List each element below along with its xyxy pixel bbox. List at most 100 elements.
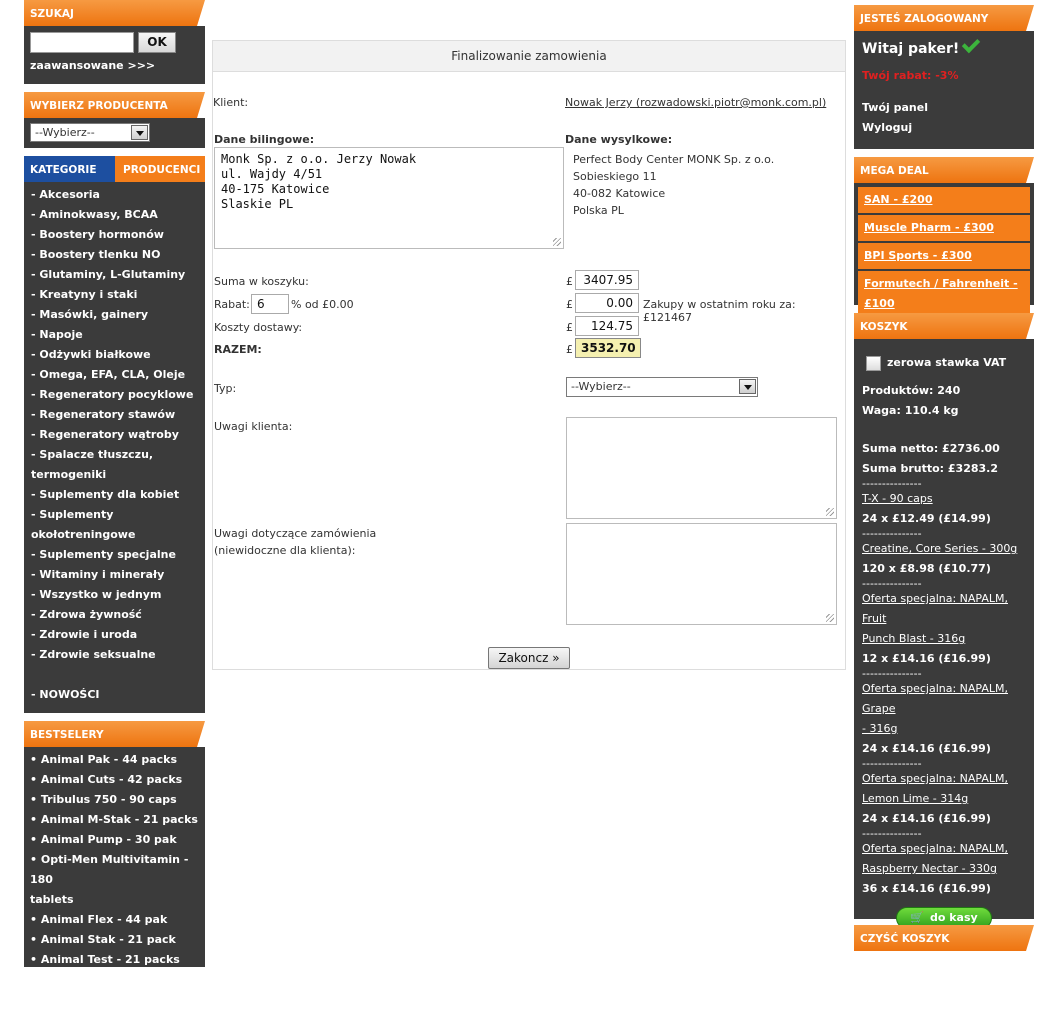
- welcome-text: Witaj paker!: [854, 31, 1034, 61]
- total-label: RAZEM:: [214, 343, 262, 356]
- order-notes-textarea[interactable]: [566, 523, 837, 625]
- category-item[interactable]: - Regeneratory pocyklowe: [31, 385, 205, 405]
- producer-select[interactable]: --Wybierz--: [30, 123, 150, 142]
- client-label: Klient:: [213, 96, 249, 109]
- bestseller-item[interactable]: • Opti-Men Multivitamin - 180: [30, 850, 205, 890]
- bestseller-item[interactable]: • Animal Flex - 44 pak: [30, 910, 205, 930]
- cart-item-link[interactable]: Punch Blast - 316g: [862, 629, 1026, 649]
- cart-item-link[interactable]: Oferta specjalna: NAPALM, Grape: [862, 679, 1026, 719]
- category-item[interactable]: - Odżywki białkowe: [31, 345, 205, 365]
- category-item[interactable]: - Wszystko w jednym: [31, 585, 205, 605]
- category-item[interactable]: - Zdrowie i uroda: [31, 625, 205, 645]
- search-ok-button[interactable]: OK: [138, 32, 176, 53]
- category-item[interactable]: termogeniki: [31, 465, 205, 485]
- billing-label: Dane bilingowe:: [214, 133, 315, 146]
- category-item[interactable]: - Witaminy i minerały: [31, 565, 205, 585]
- deal-link[interactable]: BPI Sports - £300: [858, 243, 1030, 271]
- bestseller-item[interactable]: • Animal Pump - 30 pak: [30, 830, 205, 850]
- cart-separator: ---------------: [862, 757, 922, 770]
- deal-link[interactable]: Muscle Pharm - £300: [858, 215, 1030, 243]
- category-item[interactable]: - Boostery hormonów: [31, 225, 205, 245]
- bestseller-item[interactable]: • Animal M-Stak - 21 packs: [30, 810, 205, 830]
- category-item[interactable]: - Napoje: [31, 325, 205, 345]
- cart-separator: ---------------: [862, 827, 922, 840]
- type-select[interactable]: --Wybierz--: [566, 377, 758, 397]
- logout-link[interactable]: Wyloguj: [862, 118, 1026, 138]
- cart-item-link[interactable]: Creatine, Core Series - 300g: [862, 539, 1026, 559]
- bestsellers-list: • Animal Pak - 44 packs • Animal Cuts - 4…: [24, 747, 205, 1006]
- client-link[interactable]: Nowak Jerzy (rozwadowski.piotr@monk.com.…: [565, 96, 826, 109]
- search-input[interactable]: [30, 32, 134, 53]
- net-sum: Suma netto: £2736.00: [862, 442, 1000, 455]
- delivery-value[interactable]: 124.75: [575, 316, 639, 336]
- category-item[interactable]: - Kreatyny i staki: [31, 285, 205, 305]
- category-item[interactable]: - Boostery tlenku NO: [31, 245, 205, 265]
- bestseller-item[interactable]: tablets: [30, 890, 205, 910]
- discount-value[interactable]: 0.00: [575, 293, 639, 313]
- category-item[interactable]: - Regeneratory wątroby: [31, 425, 205, 445]
- category-item[interactable]: okołotreningowe: [31, 525, 205, 545]
- bestseller-item[interactable]: • Animal Cuts - 42 packs: [30, 770, 205, 790]
- cart-item-link[interactable]: Lemon Lime - 314g: [862, 789, 1026, 809]
- bestseller-item[interactable]: • Tribulus 750 - 90 caps: [30, 790, 205, 810]
- category-item[interactable]: - Akcesoria: [31, 185, 205, 205]
- category-item[interactable]: - Zdrowa żywność: [31, 605, 205, 625]
- advanced-search-link[interactable]: zaawansowane >>>: [24, 53, 205, 82]
- producer-box: --Wybierz--: [24, 118, 205, 148]
- cart-sum-value[interactable]: 3407.95: [575, 270, 639, 290]
- discount-percent-input[interactable]: 6: [251, 294, 289, 314]
- bestseller-item[interactable]: • Vita-Min Multiple Sport - 60: [30, 970, 205, 1010]
- cart-item-link[interactable]: T-X - 90 caps: [862, 489, 1026, 509]
- finish-order-button[interactable]: Zakoncz »: [488, 647, 570, 669]
- category-item[interactable]: - Suplementy dla kobiet: [31, 485, 205, 505]
- tab-categories[interactable]: KATEGORIE: [24, 156, 115, 182]
- resize-grip-icon[interactable]: [826, 614, 834, 622]
- category-item[interactable]: - Suplementy: [31, 505, 205, 525]
- resize-grip-icon[interactable]: [826, 508, 834, 516]
- category-item[interactable]: - Glutaminy, L-Glutaminy: [31, 265, 205, 285]
- category-item[interactable]: - Masówki, gainery: [31, 305, 205, 325]
- cart-header: KOSZYK: [854, 313, 1034, 339]
- bestsellers-header: BESTSELERY: [24, 721, 205, 747]
- billing-textarea[interactable]: Monk Sp. z o.o. Jerzy Nowak ul. Wajdy 4/…: [214, 147, 564, 249]
- cart-item-qty: 24 x £14.16 (£16.99): [862, 812, 991, 825]
- client-notes-textarea[interactable]: [566, 417, 837, 519]
- category-item[interactable]: - Zdrowie seksualne: [31, 645, 205, 665]
- order-notes-label: Uwagi dotyczące zamówienia (niewidoczne d…: [214, 527, 377, 557]
- chevron-down-icon: [131, 125, 148, 140]
- search-box: OK zaawansowane >>>: [24, 26, 205, 84]
- account-box: Witaj paker! Twój rabat: -3% Twój panel …: [854, 31, 1034, 149]
- type-label: Typ:: [214, 382, 237, 395]
- bestseller-item[interactable]: • Animal Stak - 21 pack: [30, 930, 205, 950]
- cart-item-qty: 36 x £14.16 (£16.99): [862, 882, 991, 895]
- cart-item-link[interactable]: Oferta specjalna: NAPALM,: [862, 839, 1026, 859]
- cart-item-link[interactable]: Oferta specjalna: NAPALM,: [862, 769, 1026, 789]
- user-panel-link[interactable]: Twój panel: [862, 98, 1026, 118]
- zero-vat-checkbox[interactable]: [866, 355, 881, 371]
- category-item[interactable]: - Suplementy specjalne: [31, 545, 205, 565]
- category-item[interactable]: - Spalacze tłuszczu,: [31, 445, 205, 465]
- resize-grip-icon[interactable]: [553, 238, 561, 246]
- category-item[interactable]: - Regeneratory stawów: [31, 405, 205, 425]
- tab-producers[interactable]: PRODUCENCI: [115, 156, 205, 182]
- checkmark-icon: [962, 34, 981, 54]
- cart-item-qty: 24 x £12.49 (£14.99): [862, 512, 991, 525]
- delivery-label: Koszty dostawy:: [214, 321, 303, 334]
- producer-header: WYBIERZ PRODUCENTA: [24, 92, 205, 118]
- search-header: SZUKAJ: [24, 0, 205, 26]
- deal-link[interactable]: SAN - £200: [858, 187, 1030, 215]
- vat-option: zerowa stawka VAT: [862, 349, 1026, 381]
- clear-cart-button[interactable]: CZYŚĆ KOSZYK: [854, 925, 1034, 951]
- bestseller-item[interactable]: • Animal Pak - 44 packs: [30, 750, 205, 770]
- cart-item-qty: 120 x £8.98 (£10.77): [862, 562, 991, 575]
- cart-item-link[interactable]: Raspberry Nectar - 330g: [862, 859, 1026, 879]
- shipping-label: Dane wysylkowe:: [565, 133, 673, 146]
- category-item[interactable]: - Aminokwasy, BCAA: [31, 205, 205, 225]
- category-item[interactable]: - NOWOŚCI: [31, 685, 205, 705]
- category-item[interactable]: - Omega, EFA, CLA, Oleje: [31, 365, 205, 385]
- cart-item-qty: 12 x £14.16 (£16.99): [862, 652, 991, 665]
- page-title: Finalizowanie zamowienia: [213, 41, 845, 72]
- bestseller-item[interactable]: • Animal Test - 21 packs: [30, 950, 205, 970]
- cart-item-link[interactable]: - 316g: [862, 719, 1026, 739]
- cart-item-link[interactable]: Oferta specjalna: NAPALM, Fruit: [862, 589, 1026, 629]
